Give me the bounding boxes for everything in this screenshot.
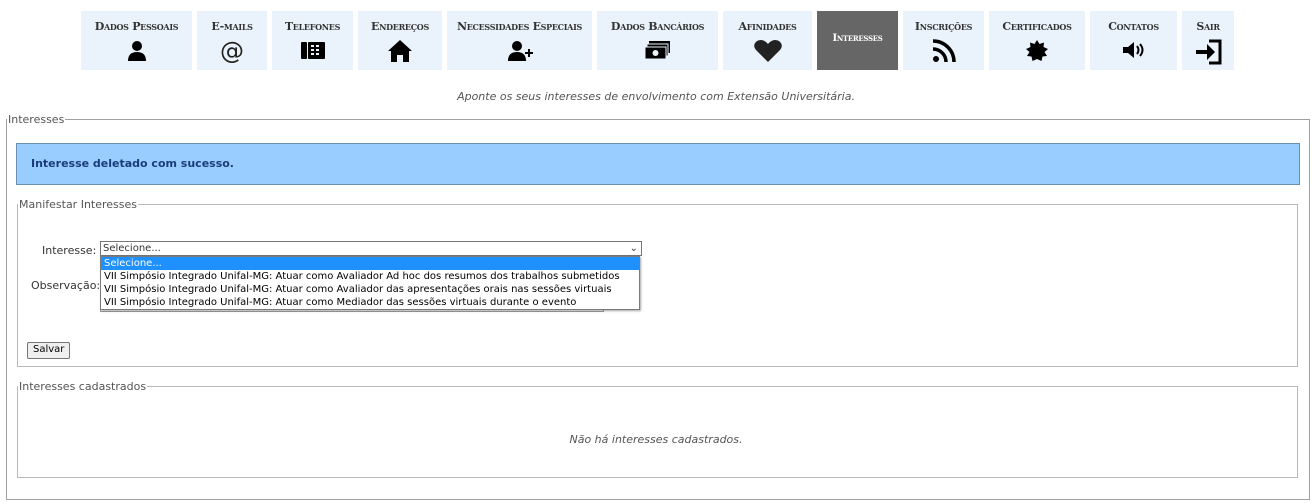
tab-sair[interactable]: Sair <box>1182 11 1234 70</box>
tab-necessidades-especiais[interactable]: Necessidades Especiais <box>447 11 592 70</box>
tab-enderecos[interactable]: Endereços <box>358 11 442 70</box>
tab-label: Contatos <box>1108 20 1159 33</box>
tab-label: Necessidades Especiais <box>456 20 583 33</box>
tab-label: Telefones <box>284 20 341 33</box>
empty-message: Não há interesses cadastrados. <box>569 433 743 446</box>
tab-afinidades[interactable]: Afinidades <box>723 11 812 70</box>
fieldset-legend: Manifestar Interesses <box>19 198 138 211</box>
sign-in-icon <box>1196 39 1222 65</box>
home-icon <box>388 40 412 62</box>
interesse-label: Interesse: <box>42 244 97 257</box>
volume-icon <box>1122 42 1143 58</box>
tab-inscricoes[interactable]: Inscrições <box>903 11 984 70</box>
tab-dados-pessoais[interactable]: Dados Pessoais <box>81 11 192 70</box>
select-value: Selecione... <box>103 243 161 254</box>
tab-label: Dados Bancários <box>610 20 705 33</box>
tab-label: Dados Pessoais <box>94 20 179 33</box>
dropdown-option[interactable]: VII Simpósio Integrado Unifal-MG: Atuar … <box>101 296 639 309</box>
tab-telefones[interactable]: Telefones <box>272 11 353 70</box>
certificate-icon <box>1026 40 1048 61</box>
tab-interesses[interactable]: Interesses <box>817 11 898 70</box>
tab-label: Inscrições <box>914 20 973 33</box>
tab-label: Afinidades <box>738 20 797 33</box>
alert-text: Interesse deletado com sucesso. <box>31 157 234 170</box>
fieldset-legend: Interesses <box>8 113 65 126</box>
user-plus-icon <box>507 41 533 61</box>
dropdown-option[interactable]: VII Simpósio Integrado Unifal-MG: Atuar … <box>101 283 639 296</box>
tab-label: Endereços <box>371 20 429 33</box>
page-hint: Aponte os seus interesses de envolviment… <box>457 90 855 103</box>
money-icon <box>644 41 670 60</box>
chevron-down-icon: ⌄ <box>629 243 638 254</box>
user-icon <box>127 41 146 61</box>
tab-emails[interactable]: E-mails @ <box>197 11 267 70</box>
interesse-select[interactable]: Selecione... ⌄ <box>100 241 642 256</box>
at-icon: @ <box>220 37 244 65</box>
success-alert: Interesse deletado com sucesso. <box>16 143 1300 185</box>
rss-icon <box>932 39 956 63</box>
interesse-dropdown-list: Selecione... VII Simpósio Integrado Unif… <box>100 256 640 310</box>
phone-icon <box>300 42 325 59</box>
dropdown-option[interactable]: Selecione... <box>101 257 639 270</box>
fieldset-legend: Interesses cadastrados <box>19 380 147 393</box>
heart-icon <box>753 40 782 62</box>
observacao-label: Observação: <box>31 279 101 292</box>
tab-dados-bancarios[interactable]: Dados Bancários <box>597 11 718 70</box>
tab-label: Interesses <box>832 33 883 44</box>
tab-contatos[interactable]: Contatos <box>1090 11 1177 70</box>
save-button[interactable]: Salvar <box>27 342 71 359</box>
dropdown-option[interactable]: VII Simpósio Integrado Unifal-MG: Atuar … <box>101 270 639 283</box>
tab-certificados[interactable]: Certificados <box>989 11 1085 70</box>
tab-label: Sair <box>1196 20 1220 33</box>
tab-label: Certificados <box>1002 20 1072 33</box>
tab-label: E-mails <box>211 20 253 33</box>
cadastrados-fieldset: Interesses cadastrados <box>17 380 1298 478</box>
